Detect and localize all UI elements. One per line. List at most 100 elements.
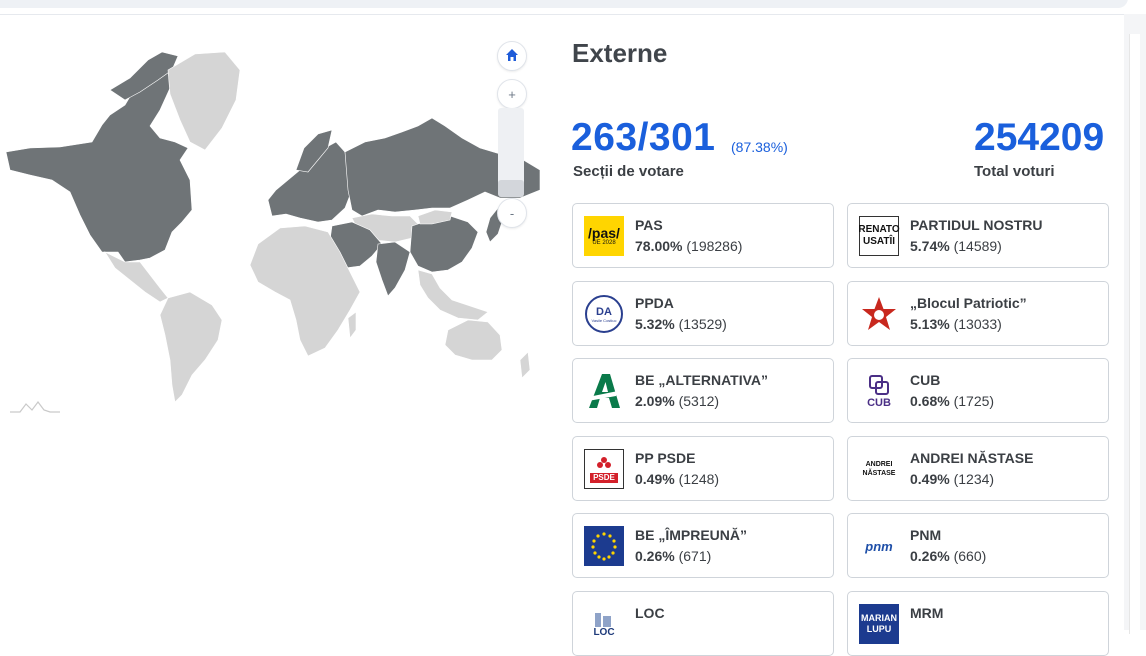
- zoom-slider-handle[interactable]: [498, 180, 524, 197]
- party-card-partidul-nostru[interactable]: RENATO USATÎI PARTIDUL NOSTRU 5.74% (145…: [847, 203, 1109, 268]
- party-result: 2.09% (5312): [635, 393, 719, 409]
- zoom-out-button[interactable]: -: [497, 198, 527, 228]
- party-name: LOC: [635, 605, 665, 621]
- party-result: 78.00% (198286): [635, 238, 742, 254]
- logo-text: pnm: [865, 538, 893, 554]
- party-name: „Blocul Patriotic”: [910, 295, 1027, 311]
- scrollbar[interactable]: [1124, 14, 1146, 634]
- party-votes: (13033): [953, 316, 1002, 332]
- impreuna-logo: [584, 526, 624, 566]
- home-icon: [505, 48, 519, 65]
- party-name: MRM: [910, 605, 944, 621]
- party-result: 0.26% (671): [635, 548, 711, 564]
- party-card-cub[interactable]: CUB CUB 0.68% (1725): [847, 358, 1109, 423]
- party-percent: 78.00%: [635, 238, 683, 254]
- total-votes-label: Total voturi: [974, 163, 1055, 180]
- pas-logo-text: /pas/: [588, 225, 620, 241]
- party-votes: (14589): [953, 238, 1002, 254]
- logo-sub: NĂSTASE: [862, 470, 896, 477]
- logo-text: PSDE: [590, 473, 618, 483]
- top-bar: [0, 0, 1146, 15]
- party-card-impreuna[interactable]: BE „ÎMPREUNĂ” 0.26% (671): [572, 513, 834, 578]
- party-result: 5.13% (13033): [910, 316, 1002, 332]
- party-card-pnm[interactable]: pnm PNM 0.26% (660): [847, 513, 1109, 578]
- party-name: PP PSDE: [635, 450, 696, 466]
- map-south-america[interactable]: [159, 291, 223, 403]
- pas-logo: /pas/ UE 2028: [584, 216, 624, 256]
- search-bar[interactable]: [0, 0, 1128, 8]
- map-southeast-asia[interactable]: [417, 269, 489, 321]
- party-votes: (5312): [678, 393, 720, 409]
- party-percent: 5.32%: [635, 316, 675, 332]
- party-card-alternativa[interactable]: BE „ALTERNATIVA” 2.09% (5312): [572, 358, 834, 423]
- logo-text: DA: [596, 305, 612, 318]
- logo-sub: Vasile Costiuc: [591, 317, 617, 323]
- logo-sub: USATÎI: [862, 236, 896, 247]
- loc-logo: LOC: [584, 604, 624, 644]
- party-name: BE „ALTERNATIVA”: [635, 372, 768, 388]
- marian-lupu-logo: MARIAN LUPU: [859, 604, 899, 644]
- map-china[interactable]: [409, 215, 479, 273]
- party-name: CUB: [910, 372, 941, 388]
- party-votes: (1248): [678, 471, 720, 487]
- pnm-logo: pnm: [859, 526, 899, 566]
- map-new-zealand[interactable]: [519, 351, 531, 379]
- map-home-button[interactable]: [497, 41, 527, 71]
- party-result: 5.74% (14589): [910, 238, 1002, 254]
- psde-logo: PSDE: [584, 449, 624, 489]
- party-percent: 5.74%: [910, 238, 950, 254]
- party-name: PNM: [910, 527, 942, 543]
- party-name: BE „ÎMPREUNĂ”: [635, 527, 748, 543]
- scrollbar-thumb[interactable]: [1129, 34, 1140, 634]
- party-percent: 2.09%: [635, 393, 675, 409]
- logo-text: MARIAN: [861, 613, 897, 623]
- party-card-andrei-nastase[interactable]: ANDREI NĂSTASE ANDREI NĂSTASE 0.49% (123…: [847, 436, 1109, 501]
- andrei-nastase-logo: ANDREI NĂSTASE: [859, 449, 899, 489]
- party-percent: 0.26%: [910, 548, 950, 564]
- party-percent: 0.26%: [635, 548, 675, 564]
- party-percent: 5.13%: [910, 316, 950, 332]
- logo-text: ANDREI: [865, 461, 893, 468]
- alternativa-logo: [584, 371, 624, 411]
- party-percent: 0.49%: [635, 471, 675, 487]
- ppda-logo: DA Vasile Costiuc: [584, 294, 624, 334]
- party-votes: (660): [953, 548, 987, 564]
- sparkline-icon: [10, 398, 60, 419]
- party-votes: (1725): [953, 393, 995, 409]
- red-star-logo: [859, 294, 899, 334]
- logo-text: LOC: [593, 626, 615, 638]
- party-card-pas[interactable]: /pas/ UE 2028 PAS 78.00% (198286): [572, 203, 834, 268]
- sections-percent: (87.38%): [731, 139, 788, 155]
- map-india[interactable]: [375, 241, 411, 297]
- pas-logo-sub: UE 2028: [592, 240, 616, 246]
- party-card-loc[interactable]: LOC LOC: [572, 591, 834, 656]
- map-north-america[interactable]: [5, 57, 193, 263]
- party-name: PAS: [635, 217, 663, 233]
- party-card-pp-psde[interactable]: PSDE PP PSDE 0.49% (1248): [572, 436, 834, 501]
- zoom-in-button[interactable]: +: [497, 79, 527, 109]
- party-votes: (671): [678, 548, 712, 564]
- total-votes: 254209: [974, 116, 1105, 159]
- world-map[interactable]: [0, 30, 545, 420]
- party-name: PARTIDUL NOSTRU: [910, 217, 1043, 233]
- party-result: 0.68% (1725): [910, 393, 994, 409]
- logo-text: CUB: [867, 397, 891, 409]
- map-australia[interactable]: [444, 319, 503, 361]
- party-card-ppda[interactable]: DA Vasile Costiuc PPDA 5.32% (13529): [572, 281, 834, 346]
- party-card-blocul-patriotic[interactable]: „Blocul Patriotic” 5.13% (13033): [847, 281, 1109, 346]
- map-greenland[interactable]: [167, 51, 241, 151]
- party-votes: (198286): [686, 238, 743, 254]
- renato-usatii-logo: RENATO USATÎI: [858, 216, 900, 256]
- page-title: Externe: [572, 38, 668, 68]
- cub-logo: CUB: [859, 371, 899, 411]
- party-votes: (1234): [953, 471, 995, 487]
- party-percent: 0.49%: [910, 471, 950, 487]
- sections-label: Secții de votare: [573, 163, 684, 180]
- party-result: 5.32% (13529): [635, 316, 727, 332]
- party-votes: (13529): [678, 316, 727, 332]
- party-percent: 0.68%: [910, 393, 950, 409]
- party-card-mrm[interactable]: MARIAN LUPU MRM: [847, 591, 1109, 656]
- sections-counted: 263/301: [571, 116, 716, 159]
- map-madagascar[interactable]: [347, 311, 357, 339]
- party-name: ANDREI NĂSTASE: [910, 450, 1034, 466]
